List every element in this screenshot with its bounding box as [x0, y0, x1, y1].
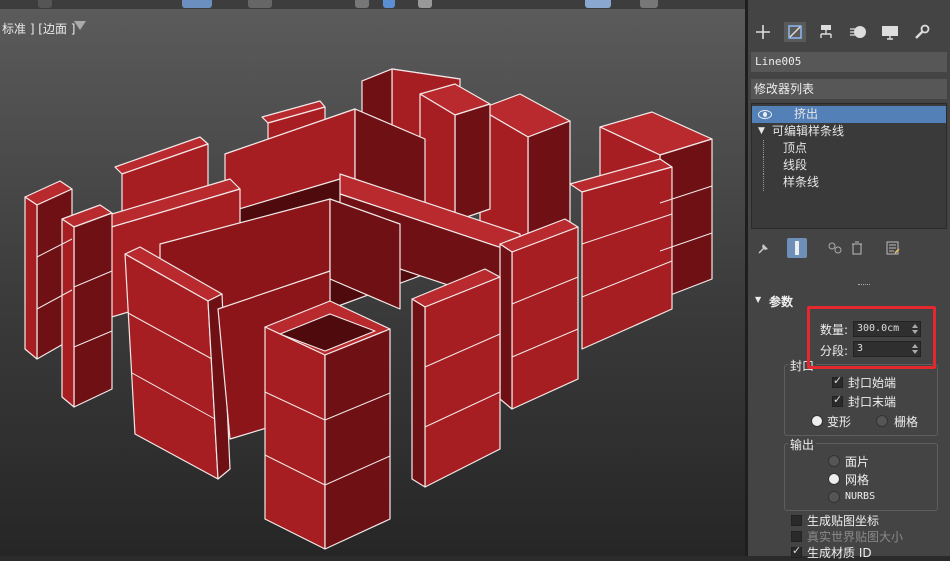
- rollout-title: 参数: [769, 295, 794, 309]
- hierarchy-tab-icon[interactable]: [815, 22, 837, 42]
- command-panel: Line005 修改器列表 挤出 ▼ 可编辑样条线 顶点 线段 样条线 ▼ 参数…: [748, 0, 950, 560]
- create-tab-plus-icon[interactable]: [752, 22, 774, 42]
- morph-radio[interactable]: [811, 415, 823, 427]
- grid-radio[interactable]: [876, 415, 888, 427]
- stack-subitem-vertex[interactable]: 顶点: [752, 140, 946, 157]
- pin-stack-icon[interactable]: [753, 238, 773, 258]
- generate-material-id-checkbox[interactable]: [791, 544, 802, 558]
- select-tool-icon[interactable]: [182, 0, 212, 8]
- main-toolbar: [0, 0, 745, 9]
- display-tab-icon[interactable]: [879, 22, 901, 42]
- show-end-result-icon[interactable]: [787, 238, 807, 258]
- collapse-triangle-icon[interactable]: ▼: [755, 295, 761, 304]
- collapse-triangle-icon[interactable]: ▼: [758, 123, 765, 140]
- mesh-label: 网格: [845, 473, 870, 487]
- eye-icon[interactable]: [758, 110, 772, 119]
- object-name-field[interactable]: Line005: [751, 52, 947, 72]
- patch-label: 面片: [845, 455, 870, 469]
- stack-toolbar: [751, 237, 947, 259]
- command-panel-tabs: [748, 14, 950, 48]
- cap-end-label: 封口末端: [848, 395, 897, 409]
- perspective-viewport[interactable]: 标准 ] [边面 ]: [0, 9, 745, 556]
- tree-line: [763, 157, 764, 174]
- annotation-highlight-box: [807, 306, 936, 369]
- stack-item-extrude[interactable]: 挤出: [752, 106, 946, 123]
- stack-item-label: 可编辑样条线: [772, 124, 845, 138]
- undo-icon[interactable]: [38, 0, 52, 8]
- mesh-radio[interactable]: [828, 473, 840, 485]
- real-world-size-checkbox[interactable]: [791, 531, 802, 542]
- generate-mapping-label: 生成贴图坐标: [807, 514, 880, 528]
- morph-label: 变形: [827, 415, 852, 429]
- angle-snap-icon[interactable]: [418, 0, 432, 8]
- generate-material-id-label: 生成材质 ID: [807, 546, 872, 560]
- configure-modifier-sets-icon[interactable]: [883, 238, 903, 258]
- cap-start-checkbox[interactable]: [832, 374, 843, 388]
- make-unique-icon[interactable]: [825, 238, 845, 258]
- render-icon[interactable]: [585, 0, 611, 8]
- tree-line: [763, 174, 764, 191]
- generate-mapping-checkbox[interactable]: [791, 515, 802, 526]
- stack-item-editable-spline[interactable]: ▼ 可编辑样条线: [752, 123, 946, 140]
- patch-radio[interactable]: [828, 455, 840, 467]
- tree-line: [763, 140, 764, 157]
- snap-icon[interactable]: [383, 0, 395, 8]
- cap-start-label: 封口始端: [848, 376, 897, 390]
- extruded-walls-model[interactable]: [0, 9, 745, 556]
- subitem-label: 顶点: [783, 141, 808, 155]
- subitem-label: 线段: [783, 158, 808, 172]
- rollout-grip[interactable]: [858, 284, 870, 285]
- material-icon[interactable]: [640, 0, 658, 8]
- real-world-size-label: 真实世界贴图大小: [807, 530, 904, 544]
- remove-modifier-trash-icon[interactable]: [847, 238, 867, 258]
- stack-item-label: 挤出: [794, 107, 819, 121]
- stack-subitem-spline[interactable]: 样条线: [752, 174, 946, 191]
- cap-end-checkbox[interactable]: [832, 393, 843, 407]
- utilities-tab-wrench-icon[interactable]: [911, 22, 933, 42]
- select-region-icon[interactable]: [248, 0, 272, 8]
- subitem-label: 样条线: [783, 175, 820, 189]
- output-group-title: 输出: [788, 436, 817, 453]
- motion-tab-icon[interactable]: [847, 22, 869, 42]
- stack-subitem-segment[interactable]: 线段: [752, 157, 946, 174]
- nurbs-label: NURBS: [845, 491, 876, 502]
- rotate-icon[interactable]: [355, 0, 369, 8]
- grid-label: 栅格: [894, 415, 919, 429]
- modify-tab-icon[interactable]: [784, 22, 806, 42]
- modifier-list-dropdown[interactable]: 修改器列表: [751, 79, 947, 99]
- modifier-stack: 挤出 ▼ 可编辑样条线 顶点 线段 样条线: [751, 103, 947, 229]
- nurbs-radio[interactable]: [828, 491, 840, 503]
